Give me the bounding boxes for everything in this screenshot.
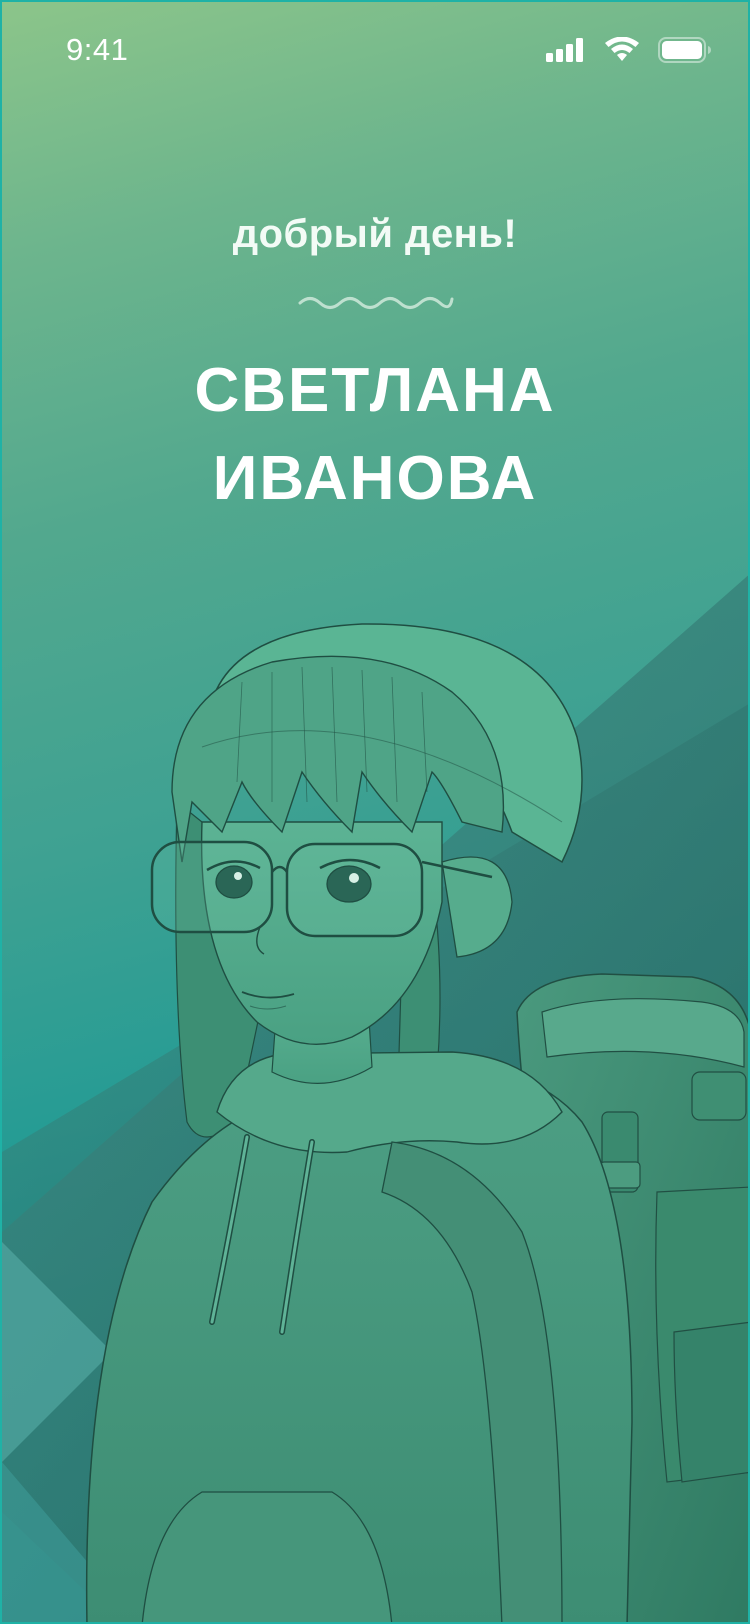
- wave-divider: [298, 297, 454, 309]
- splash-screen: 9:41 добрый день! СВЕТЛАНА ИВАНОВА: [0, 0, 750, 1624]
- user-name-line-2: ИВАНОВА: [212, 444, 538, 513]
- greeting-text: добрый день!: [232, 212, 518, 256]
- user-name-line-1: СВЕТЛАНА: [194, 356, 556, 425]
- wifi-icon: [605, 37, 639, 61]
- status-bar: 9:41: [2, 2, 748, 102]
- cellular-signal-icon: [546, 38, 583, 62]
- status-time: 9:41: [66, 32, 129, 67]
- battery-icon: [658, 37, 711, 63]
- user-name: СВЕТЛАНА ИВАНОВА: [2, 347, 748, 523]
- status-icons: [546, 37, 712, 63]
